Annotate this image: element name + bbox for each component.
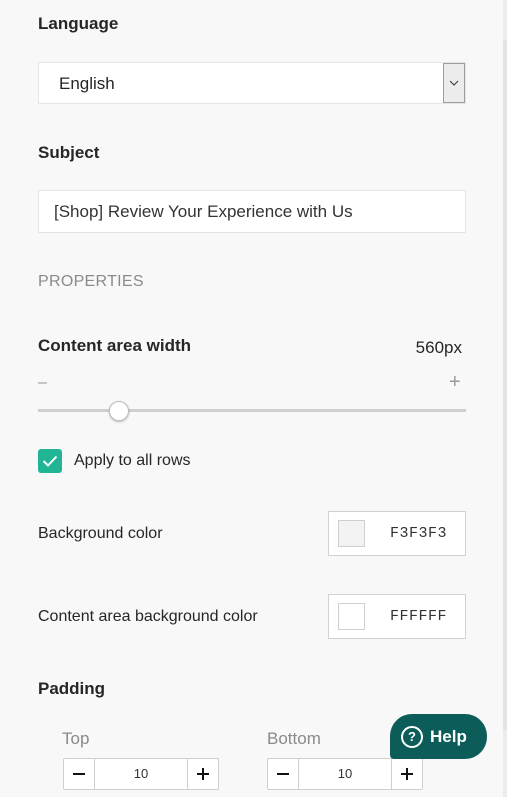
- slider-min-icon: –: [38, 374, 47, 391]
- subject-label: Subject: [38, 143, 100, 162]
- language-value: English: [59, 74, 115, 93]
- content-bg-color-label: Content area background color: [38, 608, 258, 625]
- slider-max-icon: +: [449, 371, 461, 393]
- language-label: Language: [38, 14, 119, 33]
- background-color-picker[interactable]: F3F3F3: [328, 511, 466, 556]
- content-bg-color-swatch[interactable]: [338, 603, 365, 630]
- apply-all-rows-label: Apply to all rows: [74, 452, 191, 469]
- content-bg-color-picker[interactable]: FFFFFF: [328, 594, 466, 639]
- increment-button[interactable]: [391, 759, 422, 789]
- padding-bottom-value[interactable]: 10: [299, 759, 391, 789]
- padding-top-label: Top: [62, 729, 90, 748]
- background-color-label: Background color: [38, 525, 163, 542]
- properties-heading: PROPERTIES: [38, 273, 144, 290]
- help-button[interactable]: ? Help: [390, 714, 487, 759]
- settings-panel: Language English Subject [Shop] Review Y…: [0, 0, 503, 797]
- padding-label: Padding: [38, 679, 106, 698]
- chevron-down-icon[interactable]: [443, 63, 465, 103]
- plus-icon: [197, 768, 209, 780]
- help-label: Help: [430, 726, 467, 746]
- apply-all-rows-checkbox[interactable]: [38, 449, 62, 473]
- slider-handle[interactable]: [109, 401, 129, 421]
- padding-bottom-label: Bottom: [267, 729, 321, 748]
- question-icon: ?: [401, 725, 423, 748]
- minus-icon: [73, 773, 85, 775]
- language-select[interactable]: English: [38, 62, 466, 104]
- plus-icon: [401, 768, 413, 780]
- background-color-swatch[interactable]: [338, 520, 365, 547]
- content-bg-color-hex[interactable]: FFFFFF: [390, 608, 447, 625]
- padding-top-value[interactable]: 10: [95, 759, 187, 789]
- content-width-label: Content area width: [38, 336, 192, 355]
- content-width-value: 560px: [415, 338, 462, 357]
- decrement-button[interactable]: [64, 759, 95, 789]
- scrollbar-thumb[interactable]: [503, 40, 507, 730]
- padding-bottom-stepper: 10: [267, 758, 423, 790]
- background-color-hex[interactable]: F3F3F3: [390, 525, 447, 542]
- decrement-button[interactable]: [268, 759, 299, 789]
- padding-top-stepper: 10: [63, 758, 219, 790]
- content-width-slider[interactable]: [38, 409, 466, 412]
- subject-input[interactable]: [Shop] Review Your Experience with Us: [38, 190, 466, 233]
- checkmark-icon: [42, 455, 58, 467]
- minus-icon: [277, 773, 289, 775]
- increment-button[interactable]: [187, 759, 218, 789]
